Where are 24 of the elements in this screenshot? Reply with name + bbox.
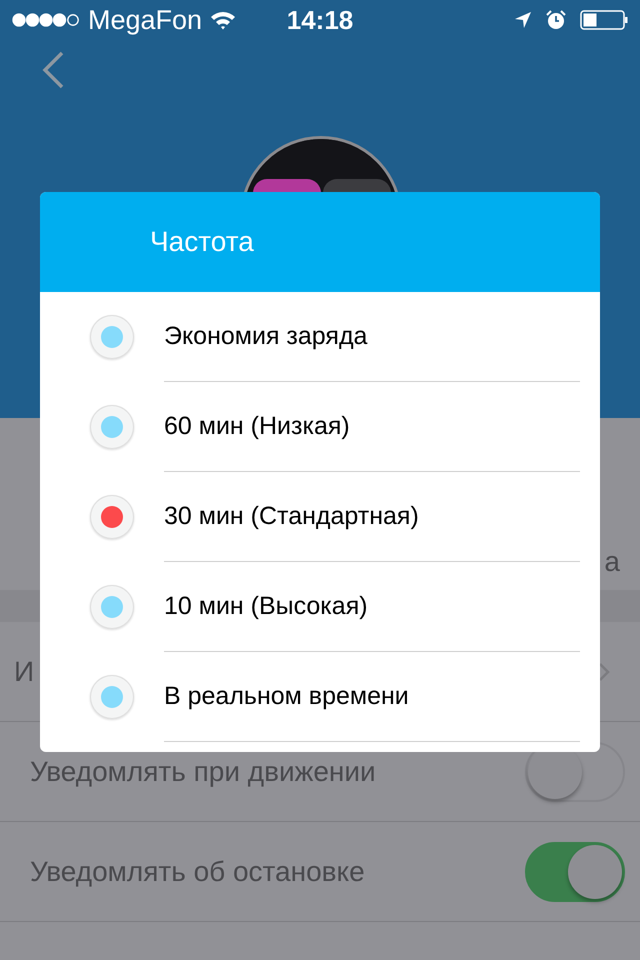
wifi-icon xyxy=(210,10,236,30)
option-label[interactable]: 60 мин (Низкая) xyxy=(164,412,350,441)
radio-button[interactable] xyxy=(90,675,134,719)
battery-icon xyxy=(580,10,628,30)
carrier-name: MegaFon xyxy=(88,4,202,36)
radio-button[interactable] xyxy=(90,405,134,449)
option-label[interactable]: 10 мин (Высокая) xyxy=(164,592,368,621)
radio-button[interactable] xyxy=(90,315,134,359)
back-chevron-icon[interactable] xyxy=(40,50,66,90)
signal-icon xyxy=(12,13,80,27)
setting-label: Уведомлять об остановке xyxy=(30,856,365,888)
option-label[interactable]: 30 мин (Стандартная) xyxy=(164,502,419,531)
option-label[interactable]: В реальном времени xyxy=(164,682,409,711)
setting-label: И xyxy=(14,656,34,688)
setting-label: Уведомлять при движении xyxy=(30,756,376,788)
radio-button[interactable] xyxy=(90,495,134,539)
clock-time: 14:18 xyxy=(286,4,354,36)
radio-button[interactable] xyxy=(90,585,134,629)
dialog-title: Частота xyxy=(150,226,254,258)
alarm-clock-icon xyxy=(546,10,566,30)
location-arrow-icon xyxy=(514,11,532,29)
option-label[interactable]: Экономия заряда xyxy=(164,322,368,351)
profile-text: а xyxy=(604,546,621,579)
chevron-right-icon[interactable] xyxy=(598,662,610,682)
